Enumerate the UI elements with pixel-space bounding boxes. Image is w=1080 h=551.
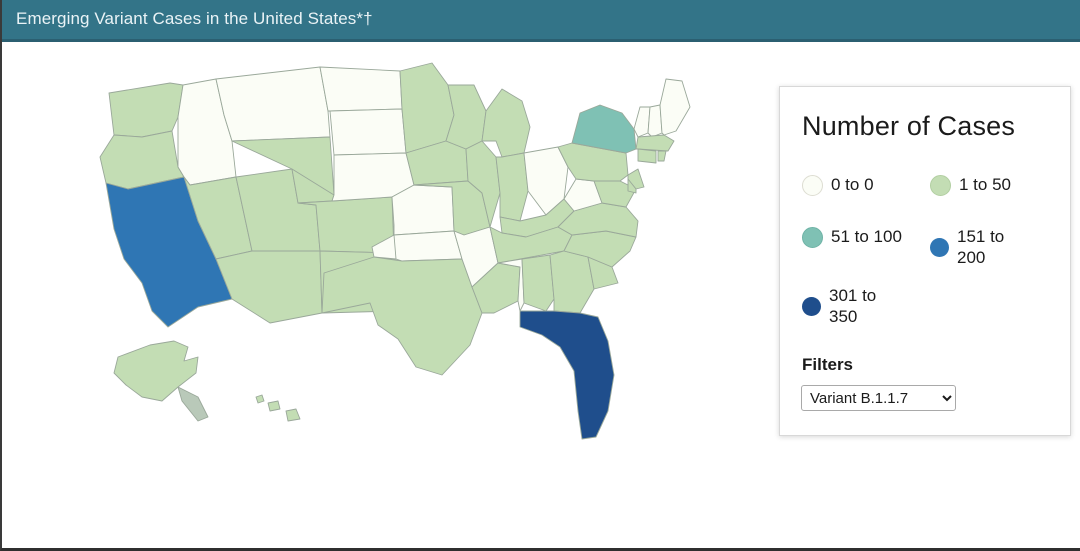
state-FL[interactable] <box>519 310 615 440</box>
legend-item-label: 151 to 200 <box>957 227 1005 267</box>
legend-item-301-to-350[interactable]: 301 to 350 <box>802 286 952 327</box>
legend-swatch-icon <box>930 175 951 196</box>
page-title: Emerging Variant Cases in the United Sta… <box>16 9 373 28</box>
state-GA[interactable] <box>549 250 595 314</box>
legend-item-label: 0 to 0 <box>831 175 874 195</box>
state-AK-panhandle[interactable] <box>177 386 209 422</box>
map-svg <box>99 62 691 440</box>
legend-item-1-to-50[interactable]: 1 to 50 <box>930 175 1050 196</box>
variant-filter-select[interactable]: Variant B.1.1.7Variant B.1.351Variant P.… <box>801 385 956 411</box>
legend-item-label: 1 to 50 <box>959 175 1011 195</box>
state-MA[interactable] <box>635 134 675 152</box>
filters-label: Filters <box>802 355 854 374</box>
us-choropleth-map[interactable] <box>2 45 782 475</box>
legend-swatch-icon <box>802 175 823 196</box>
legend-item-151-to-200[interactable]: 151 to 200 <box>930 227 1048 268</box>
state-KS[interactable] <box>391 184 455 236</box>
state-ME[interactable] <box>659 78 691 136</box>
state-CT[interactable] <box>637 148 657 164</box>
state-MN[interactable] <box>399 62 455 154</box>
legend-panel: Number of Cases 0 to 0 1 to 50 51 to 100… <box>779 86 1071 436</box>
widget-header: Emerging Variant Cases in the United Sta… <box>2 0 1080 42</box>
legend-swatch-icon <box>930 238 949 258</box>
legend-item-label: 51 to 100 <box>831 227 902 247</box>
state-MT[interactable] <box>215 66 331 142</box>
state-AZ[interactable] <box>215 250 323 324</box>
legend-swatch-icon <box>802 297 821 317</box>
state-HI[interactable] <box>255 394 301 422</box>
footer-bar: Territories AS GU MH FM MP PW PR VI CDC <box>2 478 1080 548</box>
state-SD[interactable] <box>329 108 407 156</box>
state-WA[interactable] <box>108 82 184 138</box>
state-TX[interactable] <box>321 256 483 376</box>
legend-swatch-icon <box>802 227 823 248</box>
variant-map-widget: Emerging Variant Cases in the United Sta… <box>0 0 1080 551</box>
legend-item-51-to-100[interactable]: 51 to 100 <box>802 227 930 248</box>
state-AL[interactable] <box>521 254 555 312</box>
state-ND[interactable] <box>319 66 403 112</box>
state-RI[interactable] <box>657 150 667 162</box>
legend-item-label: 301 to 350 <box>829 286 877 326</box>
legend-title: Number of Cases <box>802 111 1016 141</box>
state-IN[interactable] <box>495 152 529 222</box>
legend-item-0-to-0[interactable]: 0 to 0 <box>802 175 922 196</box>
state-MI[interactable] <box>481 88 531 158</box>
